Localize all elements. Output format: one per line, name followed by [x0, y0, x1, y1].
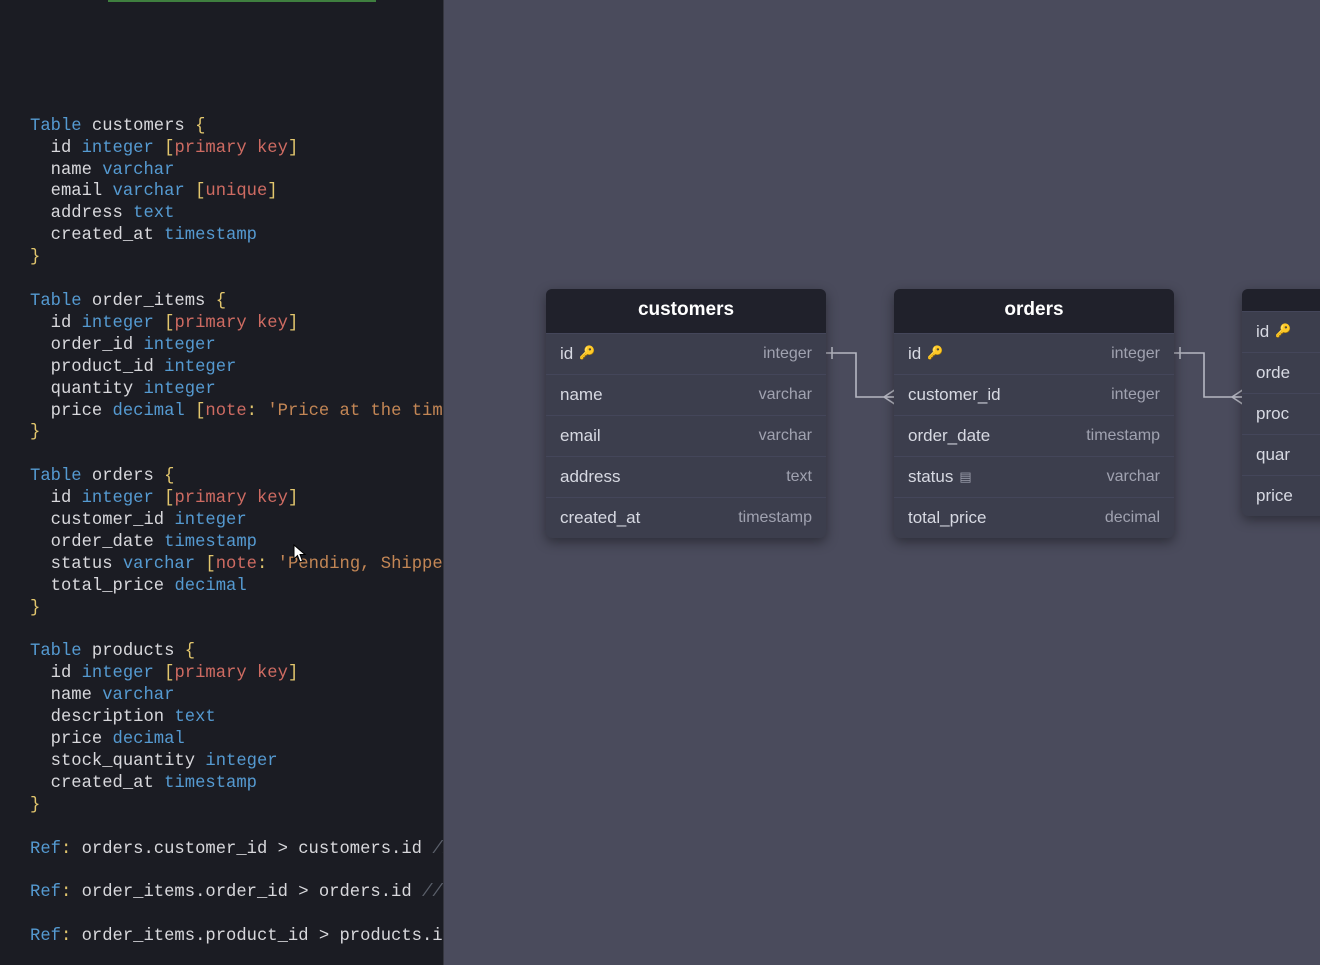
db-column-type: varchar: [1107, 468, 1160, 486]
relation-customers-orders: [826, 340, 896, 420]
db-column-name: order_date: [908, 426, 990, 446]
primary-key-icon: 🔑: [1275, 323, 1291, 339]
db-column-row[interactable]: price: [1242, 475, 1320, 516]
primary-key-icon: 🔑: [927, 345, 943, 361]
note-icon: ▤: [959, 469, 971, 485]
db-column-name: id🔑: [908, 344, 943, 364]
db-column-name: status▤: [908, 467, 972, 487]
db-column-type: decimal: [1105, 509, 1160, 527]
db-column-type: timestamp: [1086, 427, 1160, 445]
db-column-row[interactable]: id🔑 integer: [894, 333, 1174, 374]
db-column-row[interactable]: created_at timestamp: [546, 497, 826, 538]
db-column-name: email: [560, 426, 601, 446]
db-column-name: name: [560, 385, 603, 405]
code-editor[interactable]: Table customers { id integer [primary ke…: [0, 0, 444, 965]
db-column-type: timestamp: [738, 509, 812, 527]
db-column-row[interactable]: total_price decimal: [894, 497, 1174, 538]
db-column-name: address: [560, 467, 620, 487]
db-table-title: [1242, 289, 1320, 311]
db-column-name: created_at: [560, 508, 640, 528]
code-body: Table customers { id integer [primary ke…: [30, 116, 443, 965]
db-column-row[interactable]: orde: [1242, 352, 1320, 393]
db-column-row[interactable]: id🔑 integer: [546, 333, 826, 374]
db-column-type: integer: [1111, 386, 1160, 404]
db-column-row[interactable]: id🔑integer: [1242, 311, 1320, 352]
db-column-type: varchar: [759, 427, 812, 445]
db-table-title: orders: [894, 289, 1174, 333]
db-column-row[interactable]: status▤ varchar: [894, 456, 1174, 497]
db-column-name: id🔑: [560, 344, 595, 364]
db-table-title: customers: [546, 289, 826, 333]
db-column-type: integer: [1111, 345, 1160, 363]
diagram-canvas[interactable]: customersid🔑integernamevarcharemailvarch…: [444, 0, 1320, 965]
db-table-customers[interactable]: customers id🔑 integer name varchar email varch…: [546, 289, 826, 538]
db-column-type: varchar: [759, 386, 812, 404]
db-column-name: orde: [1256, 363, 1290, 383]
db-column-name: quar: [1256, 445, 1290, 465]
db-column-row[interactable]: quar: [1242, 434, 1320, 475]
db-column-type: text: [786, 468, 812, 486]
db-column-row[interactable]: customer_id integer: [894, 374, 1174, 415]
tab-underline: [108, 0, 376, 2]
db-column-name: proc: [1256, 404, 1289, 424]
relation-orders-orderitems: [1174, 340, 1244, 420]
db-column-row[interactable]: email varchar: [546, 415, 826, 456]
db-column-name: total_price: [908, 508, 986, 528]
db-column-name: customer_id: [908, 385, 1001, 405]
db-column-row[interactable]: proc: [1242, 393, 1320, 434]
db-column-name: price: [1256, 486, 1293, 506]
db-column-name: id🔑: [1256, 322, 1291, 342]
db-column-row[interactable]: name varchar: [546, 374, 826, 415]
db-column-type: integer: [763, 345, 812, 363]
db-column-row[interactable]: order_date timestamp: [894, 415, 1174, 456]
primary-key-icon: 🔑: [579, 345, 595, 361]
db-table-order_items[interactable]: id🔑integer orde proc quar price: [1242, 289, 1320, 516]
db-table-orders[interactable]: orders id🔑 integer customer_id integer order_…: [894, 289, 1174, 538]
db-column-row[interactable]: address text: [546, 456, 826, 497]
